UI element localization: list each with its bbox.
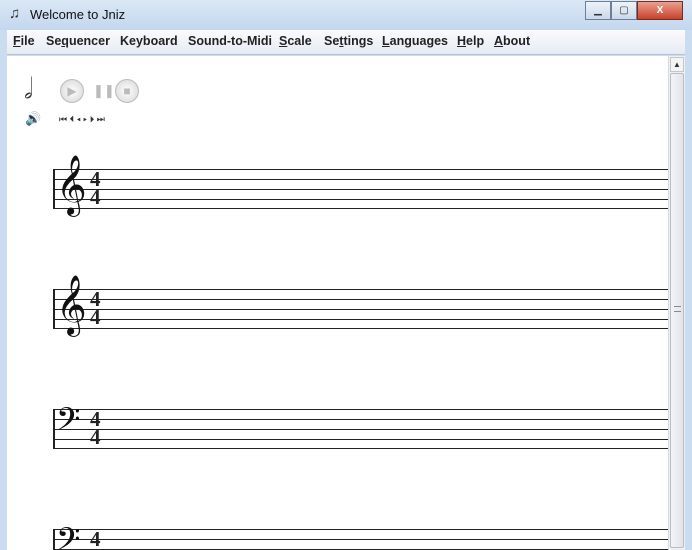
staff-bass-1: 𝄢 44: [53, 401, 668, 449]
vertical-scrollbar[interactable]: ▲: [668, 56, 685, 550]
score-area[interactable]: 𝅗𝅥 ▶ ❚❚ ■ 🔊 ⏮ ⏴ ◂ ▸ ⏵ ⏭ 𝄞 44 𝄞 44 𝄢 44 𝄢…: [7, 56, 668, 550]
menu-sequencer[interactable]: Sequencer: [46, 34, 110, 48]
treble-clef-icon: 𝄞: [56, 155, 87, 215]
title-bar: ♫ Welcome to Jniz ▁ ▢ X: [0, 0, 692, 30]
staff-treble-2: 𝄞 44: [53, 275, 668, 335]
time-signature: 44: [90, 167, 101, 209]
close-button[interactable]: X: [637, 1, 683, 20]
scroll-up-arrow-icon[interactable]: ▲: [670, 57, 684, 72]
time-signature: 44: [90, 527, 101, 550]
minimize-button[interactable]: ▁: [585, 1, 611, 20]
bass-clef-icon: 𝄢: [56, 521, 81, 550]
volume-icon[interactable]: 🔊: [25, 111, 41, 127]
staff-treble-1: 𝄞 44: [53, 155, 668, 215]
window-title: Welcome to Jniz: [30, 7, 126, 22]
bass-clef-icon: 𝄢: [56, 401, 81, 445]
menu-settings[interactable]: Settings: [324, 34, 373, 48]
staff-bass-2: 𝄢 44: [53, 521, 668, 550]
menu-scale[interactable]: Scale: [279, 34, 312, 48]
pause-button[interactable]: ❚❚: [93, 83, 115, 99]
maximize-button[interactable]: ▢: [611, 1, 637, 20]
menu-sound-to-midi[interactable]: Sound-to-Midi: [188, 34, 272, 48]
scrollbar-thumb[interactable]: [670, 73, 684, 548]
time-signature: 44: [90, 287, 101, 329]
menu-about[interactable]: About: [494, 34, 530, 48]
music-note-icon: ♫: [9, 5, 21, 22]
menu-languages[interactable]: Languages: [382, 34, 448, 48]
treble-clef-icon: 𝄞: [56, 275, 87, 335]
play-button[interactable]: ▶: [60, 79, 84, 103]
stop-button[interactable]: ■: [115, 79, 139, 103]
navigation-buttons[interactable]: ⏮ ⏴ ◂ ▸ ⏵ ⏭: [59, 114, 105, 125]
menu-help[interactable]: Help: [457, 34, 484, 48]
time-signature: 44: [90, 407, 101, 449]
menu-keyboard[interactable]: Keyboard: [120, 34, 178, 48]
menu-bar: File Sequencer Keyboard Sound-to-Midi Sc…: [7, 30, 685, 55]
menu-file[interactable]: File: [13, 34, 35, 48]
note-duration-icon[interactable]: 𝅗𝅥: [24, 72, 33, 106]
